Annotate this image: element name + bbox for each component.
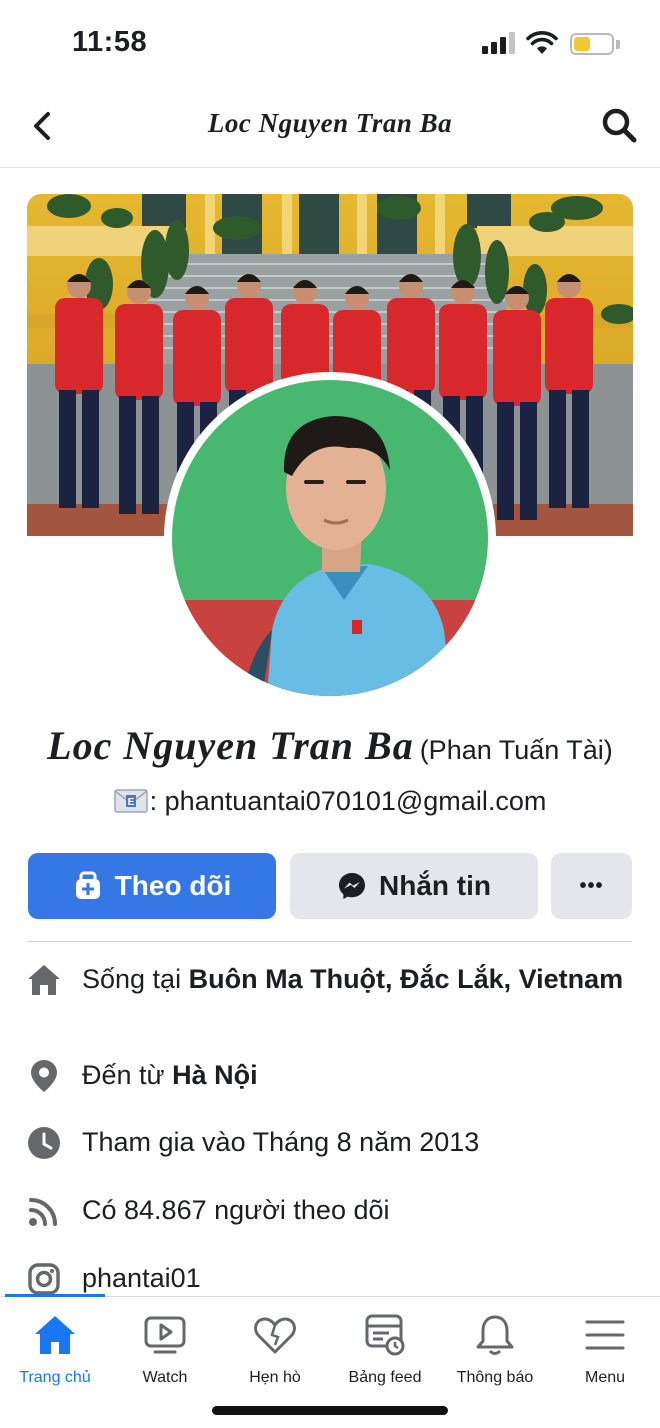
follow-label: Theo dõi xyxy=(114,870,232,901)
battery-level xyxy=(574,37,590,51)
tab-dating[interactable]: Hẹn hò xyxy=(220,1311,330,1387)
info-joined: Tham gia vào Tháng 8 năm 2013 xyxy=(26,1125,636,1161)
lives-prefix: Sống tại xyxy=(82,964,182,994)
home-icon xyxy=(0,1311,110,1359)
from-prefix: Đến từ xyxy=(82,1060,165,1090)
section-divider xyxy=(28,941,632,942)
from-place[interactable]: Hà Nội xyxy=(172,1060,258,1090)
page-title: Loc Nguyen Tran Ba xyxy=(207,108,453,138)
wifi-icon xyxy=(526,31,558,54)
profile-header: Loc Nguyen Tran Ba xyxy=(0,88,660,168)
more-icon: ••• xyxy=(579,874,604,897)
lives-place[interactable]: Buôn Ma Thuột, Đắc Lắk, Vietnam xyxy=(189,964,624,994)
back-button[interactable] xyxy=(24,106,60,146)
followers-text: Có 84.867 người theo dõi xyxy=(82,1195,390,1225)
status-bar: 11:58 xyxy=(0,0,660,88)
rss-icon xyxy=(26,1193,62,1229)
message-label: Nhắn tin xyxy=(379,870,491,901)
bell-icon xyxy=(440,1311,550,1359)
search-button[interactable] xyxy=(598,104,640,146)
battery-icon xyxy=(570,33,614,55)
profile-picture[interactable] xyxy=(164,372,496,704)
menu-icon xyxy=(550,1311,660,1359)
tab-label: Thông báo xyxy=(456,1369,534,1386)
tab-label: Bảng feed xyxy=(348,1369,422,1386)
tab-feeds[interactable]: Bảng feed xyxy=(330,1311,440,1387)
profile-name-line: Loc Nguyen Tran Ba (Phan Tuấn Tài) xyxy=(0,722,660,769)
cellular-signal-icon xyxy=(482,32,518,54)
chevron-left-icon xyxy=(34,112,50,140)
video-icon xyxy=(110,1311,220,1359)
joined-text: Tham gia vào Tháng 8 năm 2013 xyxy=(82,1127,480,1157)
home-indicator xyxy=(212,1406,448,1415)
info-instagram[interactable]: phantai01 xyxy=(26,1261,636,1297)
tab-label: Watch xyxy=(142,1369,188,1386)
status-time: 11:58 xyxy=(72,26,148,58)
follow-icon xyxy=(73,871,103,901)
tab-menu[interactable]: Menu xyxy=(550,1311,660,1387)
clock-icon xyxy=(26,1125,62,1161)
more-options-button[interactable]: ••• xyxy=(551,853,632,919)
message-button[interactable]: Nhắn tin xyxy=(290,853,538,919)
battery-cap xyxy=(616,40,620,49)
info-from: Đến từ Hà Nội xyxy=(26,1058,636,1094)
tab-home[interactable]: Trang chủ xyxy=(0,1311,110,1387)
bio-text: : phantuantai070101@gmail.com xyxy=(149,786,547,816)
tab-label: Menu xyxy=(584,1369,626,1386)
feed-icon xyxy=(330,1311,440,1359)
profile-name: Loc Nguyen Tran Ba xyxy=(47,723,414,768)
messenger-icon xyxy=(337,871,367,901)
tab-label: Trang chủ xyxy=(19,1369,91,1386)
active-tab-indicator xyxy=(5,1294,105,1297)
info-followers: Có 84.867 người theo dõi xyxy=(26,1193,636,1229)
profile-alternate-name: (Phan Tuấn Tài) xyxy=(419,735,613,765)
tab-notifications[interactable]: Thông báo xyxy=(440,1311,550,1387)
heart-icon xyxy=(220,1311,330,1359)
tab-watch[interactable]: Watch xyxy=(110,1311,220,1387)
follow-button[interactable]: Theo dõi xyxy=(28,853,276,919)
home-icon xyxy=(26,962,62,998)
svg-text:E: E xyxy=(127,797,134,808)
search-icon xyxy=(602,108,637,143)
info-lives-in: Sống tại Buôn Ma Thuột, Đắc Lắk, Vietnam xyxy=(26,962,636,998)
profile-bio: E : phantuantai070101@gmail.com xyxy=(0,786,660,817)
tab-label: Hẹn hò xyxy=(249,1369,301,1386)
avatar-image xyxy=(172,380,488,696)
envelope-icon: E xyxy=(113,789,148,813)
instagram-handle[interactable]: phantai01 xyxy=(82,1261,201,1295)
location-pin-icon xyxy=(26,1058,62,1094)
instagram-icon xyxy=(26,1261,62,1297)
